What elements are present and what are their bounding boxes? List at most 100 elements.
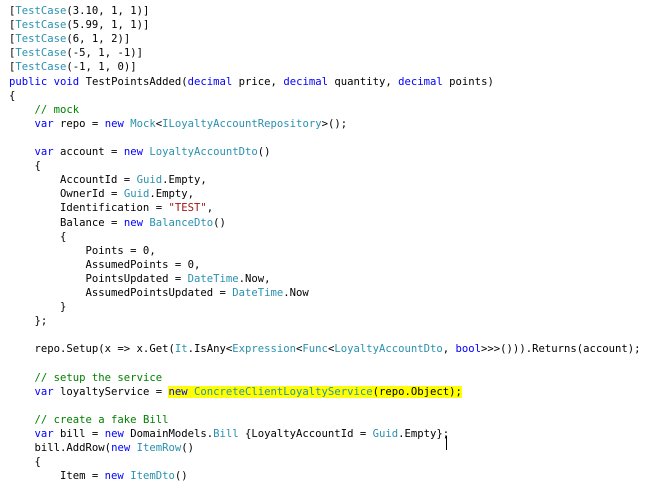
code-text: points) — [442, 75, 494, 88]
type-token: Mock — [130, 117, 156, 130]
type-token: Guid — [123, 188, 150, 201]
type-token: DateTime — [187, 272, 239, 285]
text-caret — [446, 436, 447, 450]
highlighted-type: ConcreteClientLoyaltyService — [194, 385, 373, 398]
code-editor[interactable]: [TestCase(3.10, 1, 1)] [TestCase(5.99, 1,… — [0, 0, 650, 489]
code-text: { — [9, 89, 16, 102]
code-text: >(); — [321, 117, 348, 130]
code-line[interactable]: } — [9, 300, 66, 314]
code-text: PointsUpdated = — [9, 272, 188, 285]
keyword-token: new — [104, 470, 124, 483]
code-line[interactable]: // setup the service — [9, 371, 163, 385]
code-line[interactable]: public void TestPointsAdded(decimal pric… — [9, 75, 494, 89]
keyword-token: new — [104, 117, 124, 130]
keyword-token: var — [34, 117, 54, 130]
code-line[interactable]: { — [9, 230, 66, 244]
code-line[interactable]: }; — [9, 314, 48, 328]
type-token: Expression — [232, 343, 297, 356]
comment-token: // setup the service — [34, 371, 163, 384]
code-text: (6, 1, 2)] — [66, 33, 131, 46]
code-text: .IsAny< — [187, 343, 233, 356]
code-line[interactable]: { — [9, 89, 15, 103]
code-text: OwnerId = — [9, 188, 124, 201]
string-token: "TEST" — [168, 202, 207, 215]
keyword-token: new — [104, 428, 124, 440]
code-text: .Empty, — [149, 188, 194, 201]
code-line[interactable]: { — [9, 159, 41, 173]
code-line[interactable]: PointsUpdated = DateTime.Now, — [9, 272, 271, 286]
code-text: repo.Setup(x => x.Get( — [9, 343, 175, 356]
code-line[interactable]: { — [9, 455, 41, 469]
type-token: TestCase — [15, 5, 67, 17]
code-line[interactable]: OwnerId = Guid.Empty, — [9, 187, 194, 201]
keyword-token: var — [34, 146, 54, 158]
code-line[interactable]: AssumedPoints = 0, — [9, 258, 201, 272]
code-text: , — [206, 202, 214, 215]
type-token: TestCase — [15, 33, 67, 46]
keyword-token: decimal — [283, 75, 328, 88]
code-text: { — [9, 230, 67, 243]
code-line[interactable]: AssumedPointsUpdated = DateTime.Now — [9, 286, 309, 300]
code-line[interactable]: Identification = "TEST", — [9, 201, 213, 215]
code-text: { — [9, 456, 41, 469]
type-token: DateTime — [232, 287, 284, 299]
code-line[interactable]: Points = 0, — [9, 244, 156, 258]
code-line[interactable]: var account = new LoyaltyAccountDto() — [9, 145, 271, 159]
keyword-token: decimal — [187, 75, 233, 88]
code-text: () — [181, 442, 195, 455]
code-line[interactable]: [TestCase(-5, 1, -1)] — [9, 46, 143, 60]
code-text: {LoyaltyAccountId = — [238, 428, 373, 440]
keyword-token: new — [123, 216, 143, 229]
type-token: Guid — [372, 428, 399, 440]
code-line[interactable]: repo.Setup(x => x.Get(It.IsAny<Expressio… — [9, 342, 641, 356]
type-token: TestCase — [15, 19, 67, 32]
code-text: >>>())).Returns(account); — [481, 343, 641, 356]
code-text: price, — [232, 75, 284, 88]
keyword-token: void — [53, 75, 80, 88]
code-text: .Now — [283, 287, 309, 299]
keyword-token: public — [9, 75, 48, 88]
highlighted-code-text: (repo.Object); — [372, 385, 462, 398]
type-token: Guid — [136, 174, 163, 187]
code-text: TestPointsAdded( — [79, 75, 188, 88]
type-token: LoyaltyAccountDto — [149, 146, 258, 158]
code-text: .Empty}; — [398, 428, 450, 440]
code-line[interactable]: [TestCase(6, 1, 2)] — [9, 32, 130, 46]
keyword-token: decimal — [398, 75, 443, 88]
code-line[interactable]: Balance = new BalanceDto() — [9, 216, 226, 230]
code-text: Points = 0, — [9, 244, 156, 257]
code-line[interactable]: [TestCase(-1, 1, 0)] — [9, 60, 137, 74]
code-text: AccountId = — [9, 174, 137, 187]
code-text: loyaltyService = — [53, 385, 169, 398]
code-text: .Now, — [238, 272, 271, 285]
code-line[interactable]: var bill = new DomainModels.Bill {Loyalt… — [9, 427, 450, 441]
code-line[interactable]: // create a fake Bill — [9, 413, 169, 427]
code-text: Balance = — [9, 216, 124, 229]
type-token: BalanceDto — [149, 216, 214, 229]
code-line[interactable]: [TestCase(5.99, 1, 1)] — [9, 18, 149, 32]
code-text: .Empty, — [162, 174, 207, 187]
code-text: (3.10, 1, 1)] — [66, 5, 150, 17]
type-token: ItemRow — [136, 442, 182, 455]
code-text: () — [213, 216, 226, 229]
code-text: Identification = — [9, 202, 169, 215]
code-text: bill.AddRow( — [9, 442, 112, 455]
code-text: () — [257, 146, 271, 158]
code-text: account = — [53, 146, 124, 158]
code-line[interactable]: AccountId = Guid.Empty, — [9, 173, 207, 187]
code-line[interactable]: [TestCase(3.10, 1, 1)] — [9, 4, 149, 18]
code-line[interactable]: var repo = new Mock<ILoyaltyAccountRepos… — [9, 117, 348, 131]
code-line[interactable]: var loyaltyService = new ConcreteClientL… — [9, 385, 462, 399]
code-line[interactable]: // mock — [9, 103, 80, 117]
code-text: } — [9, 301, 67, 314]
code-line[interactable]: bill.AddRow(new ItemRow() — [9, 441, 195, 455]
code-text: AssumedPointsUpdated = — [9, 287, 233, 299]
code-text: () — [174, 470, 188, 483]
code-text: Item = — [9, 470, 105, 483]
code-line[interactable]: Item = new ItemDto() — [9, 469, 188, 483]
